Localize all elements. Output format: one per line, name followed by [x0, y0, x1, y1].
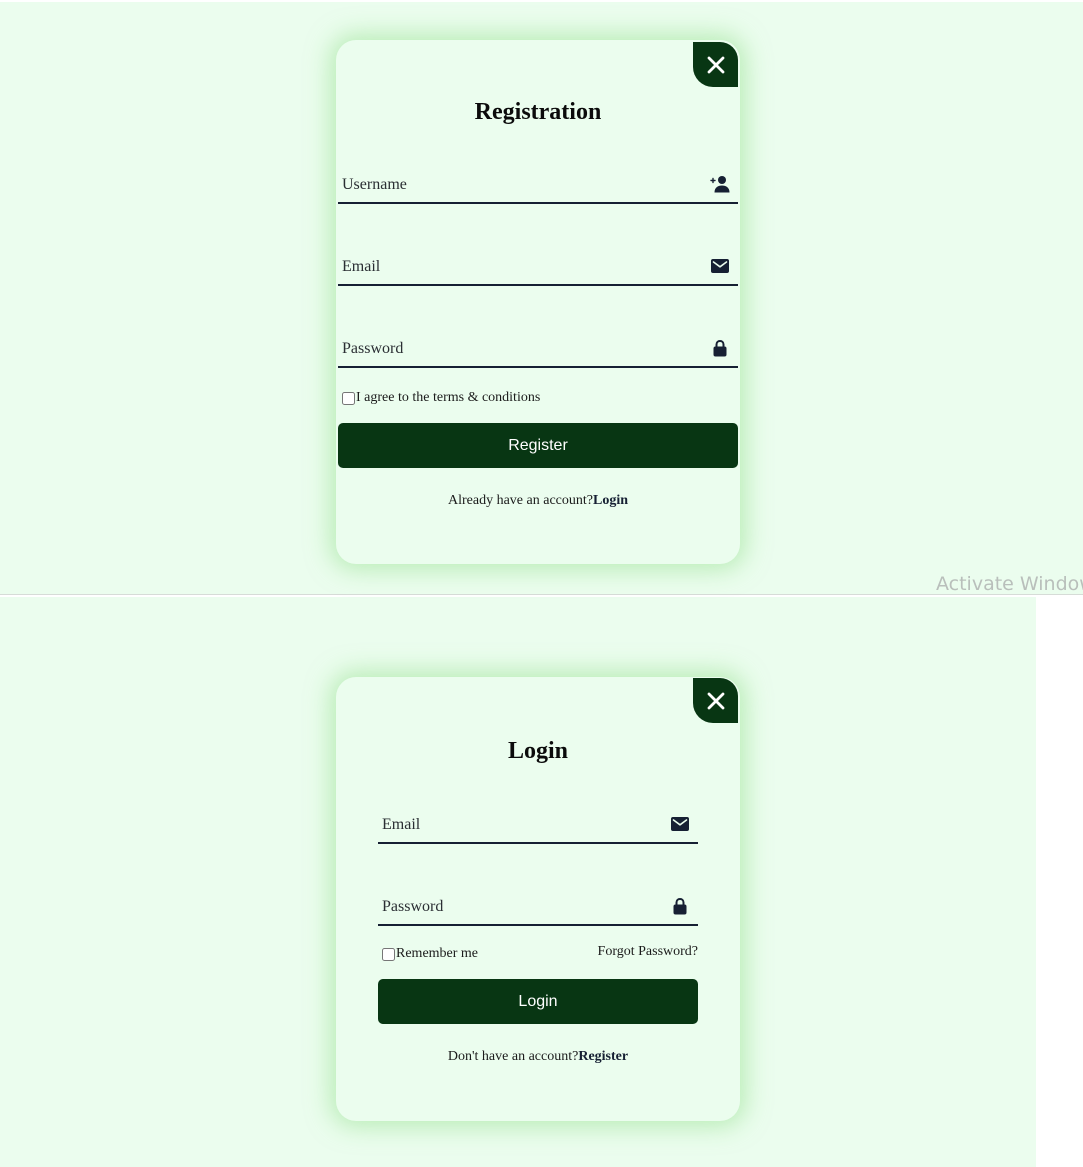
lock-icon	[710, 338, 730, 358]
login-password-field	[378, 882, 698, 926]
forgot-password-link[interactable]: Forgot Password?	[598, 944, 698, 960]
terms-checkbox[interactable]	[342, 391, 355, 405]
lock-icon	[670, 896, 690, 916]
register-link[interactable]: Register	[578, 1049, 628, 1064]
remember-checkbox[interactable]	[382, 947, 395, 961]
login-email-input[interactable]	[378, 800, 698, 842]
registration-email-input[interactable]	[338, 242, 738, 284]
envelope-icon	[670, 814, 690, 834]
registration-close-button[interactable]	[693, 42, 738, 87]
registration-username-field	[338, 160, 738, 204]
login-password-input[interactable]	[378, 882, 698, 924]
registration-password-input[interactable]	[338, 324, 738, 366]
login-card: Login Remember me Forgot Password? Login…	[336, 677, 740, 1121]
registration-card: Registration I a	[336, 40, 740, 564]
login-title: Login	[507, 738, 569, 764]
remember-label: Remember me	[396, 946, 479, 961]
registration-switch-text: Already have an account?Login	[336, 493, 740, 509]
terms-label: I agree to the terms & conditions	[356, 390, 541, 405]
registration-email-field	[338, 242, 738, 286]
login-switch-text: Don't have an account?Register	[336, 1049, 740, 1065]
user-plus-icon	[710, 174, 730, 194]
activate-windows-watermark: Activate Window	[936, 573, 1083, 595]
login-button[interactable]: Login	[378, 979, 698, 1024]
screen-divider	[0, 594, 1083, 595]
login-link[interactable]: Login	[593, 493, 628, 508]
registration-title: Registration	[474, 99, 602, 125]
login-close-button[interactable]	[693, 678, 738, 723]
login-switch-prompt: Don't have an account?	[447, 1049, 579, 1064]
registration-password-field	[338, 324, 738, 368]
close-icon	[707, 692, 724, 709]
registration-switch-prompt: Already have an account?	[448, 493, 593, 508]
register-button[interactable]: Register	[338, 423, 738, 468]
close-icon	[707, 56, 724, 73]
login-email-field	[378, 800, 698, 844]
terms-checkbox-row[interactable]: I agree to the terms & conditions	[342, 390, 540, 406]
envelope-icon	[710, 256, 730, 276]
remember-checkbox-row[interactable]: Remember me	[382, 946, 478, 962]
registration-username-input[interactable]	[338, 160, 738, 202]
